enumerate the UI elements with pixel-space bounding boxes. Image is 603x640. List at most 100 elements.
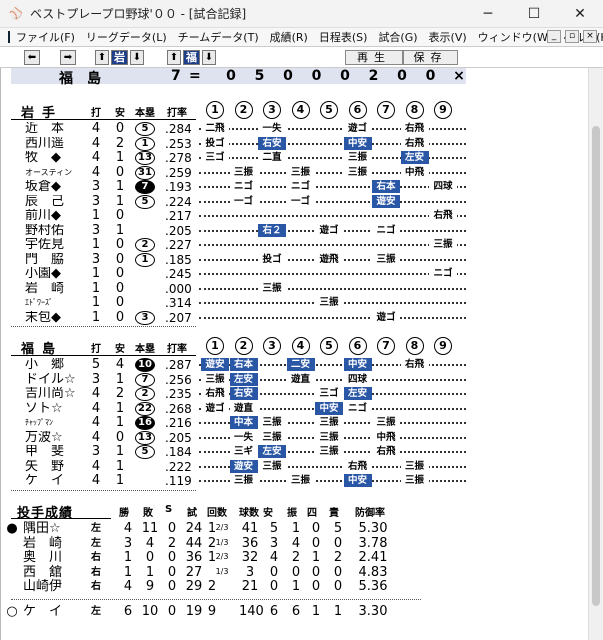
hits: 0 (115, 164, 125, 180)
at-bats: 4 (91, 386, 101, 401)
player-name[interactable]: ｴﾄﾞﾜｰｽﾞ (25, 296, 83, 310)
batting-average: .216 (165, 416, 192, 430)
player-name[interactable]: 前川◆ (25, 209, 83, 223)
player-name[interactable]: 岩 崎 (25, 282, 83, 296)
team1-inning-header-2: 2 (234, 101, 253, 119)
pitching-header: 球数 (239, 508, 259, 519)
team1-up-button[interactable]: ⬆ (95, 50, 109, 65)
scroll-thumb[interactable] (592, 126, 600, 606)
at-bat-result: 三振 (343, 165, 372, 179)
batting-average: .000 (165, 281, 192, 296)
era: 5.36 (358, 579, 388, 594)
pitching-h: 6 (269, 603, 279, 619)
hits: 0 (115, 208, 125, 223)
close-button[interactable]: ✕ (557, 0, 603, 28)
pitcher-name[interactable]: 奥 川 (23, 551, 73, 565)
at-bats: 3 (91, 444, 101, 459)
menu-team-data[interactable]: チームデータ(T) (178, 29, 259, 45)
player-name[interactable]: 坂倉◆ (25, 180, 83, 194)
team1-down-button[interactable]: ⬇ (130, 50, 144, 65)
hits: 2 (115, 386, 125, 401)
pitching-ip: 9 (207, 603, 217, 619)
player-name[interactable]: 小園◆ (25, 267, 83, 281)
vertical-scrollbar[interactable] (588, 68, 603, 640)
maximize-button[interactable]: ☐ (511, 0, 557, 28)
player-name[interactable]: 小 郷 (25, 358, 83, 372)
at-bat-result: 右飛 (400, 122, 429, 135)
at-bat-result: 三振 (258, 430, 286, 444)
player-name[interactable]: 末包◆ (25, 311, 83, 325)
next-game-button[interactable]: ➡ (60, 50, 76, 65)
pitcher-name[interactable]: 岩 崎 (23, 536, 73, 551)
pitcher-name[interactable]: 山崎伊 (23, 580, 73, 594)
pitcher-name[interactable]: 隅田☆ (23, 522, 73, 536)
player-name[interactable]: 西川遥 (25, 137, 83, 151)
player-name[interactable]: 甲 斐 (25, 445, 83, 459)
at-bats: 1 (91, 280, 101, 296)
player-name[interactable]: 牧 ◆ (25, 151, 83, 165)
team1-inning-header-5: 5 (320, 101, 338, 119)
mdi-minimize-button[interactable]: _ (547, 30, 561, 43)
at-bat-result: 三振 (286, 474, 315, 487)
player-name[interactable]: 近 本 (25, 122, 83, 136)
player-name[interactable]: 門 脇 (25, 253, 83, 267)
home-runs: 5 (133, 122, 157, 136)
minimize-button[interactable]: ─ (465, 0, 511, 28)
player-name[interactable]: ソト☆ (25, 402, 83, 416)
team2-up-button[interactable]: ⬆ (167, 50, 181, 65)
menu-view[interactable]: 表示(V) (429, 29, 467, 45)
at-bat-result: 一ゴ (286, 194, 315, 208)
menu-window[interactable]: ウィンドウ(W) (478, 29, 552, 45)
home-run-count: 1 (135, 252, 155, 267)
at-bat-result: 左安 (343, 387, 372, 400)
hits: 1 (115, 150, 125, 165)
player-name[interactable]: 吉川尚☆ (25, 387, 83, 401)
hits: 1 (115, 458, 125, 474)
team2-inning-header-7: 7 (377, 337, 395, 355)
team2-button[interactable]: 福 (183, 50, 200, 65)
at-bat-result: 一失 (258, 122, 286, 135)
home-runs (133, 282, 157, 296)
menu-records[interactable]: 成績(R) (270, 29, 308, 45)
at-bat-result: 二直 (258, 151, 286, 164)
prev-game-button[interactable]: ⬅ (24, 50, 40, 65)
player-name[interactable]: ドイル☆ (25, 373, 83, 387)
pitching-l: 0 (145, 550, 155, 565)
player-name[interactable]: 万波☆ (25, 431, 83, 445)
replay-button[interactable]: 再生 (345, 50, 403, 65)
home-runs (133, 267, 157, 281)
at-bat-result: ニゴ (286, 180, 315, 193)
menu-game[interactable]: 試合(G) (378, 29, 417, 45)
pitcher-name[interactable]: ケ イ (23, 604, 73, 619)
pitching-h: 0 (269, 564, 279, 580)
player-row: 万波☆ 4 0 13.205 一失 三振 三振 中飛 (1, 430, 589, 445)
team1-button[interactable]: 岩 (111, 50, 128, 65)
team2-inning-header-3: 3 (263, 337, 281, 355)
mdi-close-button[interactable]: × (583, 30, 597, 43)
pitcher-row: 西 舘右 1 1 0 27 3 0 0 0 0 1/3 4.83 (1, 564, 589, 580)
player-name[interactable]: ケ イ (25, 474, 83, 488)
player-name[interactable]: 野村佑 (25, 224, 83, 238)
player-name[interactable]: 辰 己 (25, 195, 83, 209)
player-name[interactable]: ﾁｬｯﾌﾟﾏﾝ (25, 416, 83, 430)
menu-file[interactable]: ファイル(F) (16, 29, 75, 45)
batting-average: .222 (165, 459, 192, 474)
throwing-hand: 右 (91, 552, 101, 563)
player-name[interactable]: オースティン (25, 166, 83, 180)
menu-league-data[interactable]: リーグデータ(L) (86, 29, 167, 45)
at-bats: 4 (91, 473, 101, 488)
at-bat-result: 右飛 (201, 387, 229, 400)
pitcher-name[interactable]: 西 舘 (23, 565, 73, 580)
pitching-k: 4 (291, 535, 301, 551)
menu-schedule[interactable]: 日程表(S) (319, 29, 368, 45)
pitching-header: 責 (329, 508, 339, 519)
document-icon[interactable] (8, 31, 10, 43)
home-run-count: 31 (135, 165, 155, 180)
home-runs: 1 (133, 136, 157, 151)
player-name[interactable]: 矢 野 (25, 460, 83, 474)
save-button[interactable]: 保存 (403, 50, 458, 65)
team2-down-button[interactable]: ⬇ (202, 50, 216, 65)
player-name[interactable]: 宇佐見 (25, 238, 83, 252)
at-bat-result: 右飛 (400, 358, 429, 371)
mdi-restore-button[interactable]: ▫ (565, 30, 579, 43)
